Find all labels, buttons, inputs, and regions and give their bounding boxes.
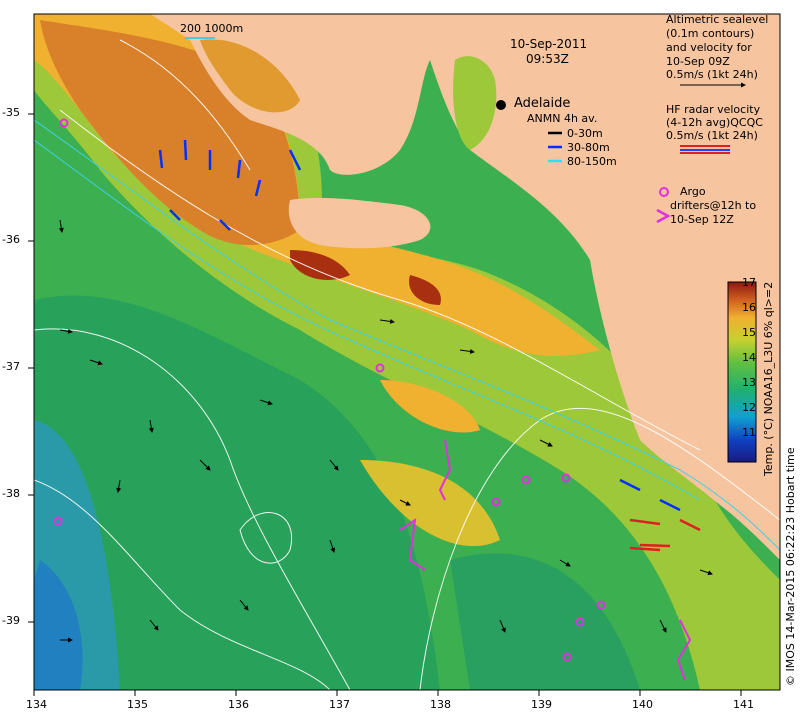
lat-tick-37: -37 xyxy=(2,360,20,373)
altimetry-legend-line4: 10-Sep 09Z xyxy=(666,55,730,68)
lon-tick-136: 136 xyxy=(228,698,249,711)
lon-tick-134: 134 xyxy=(26,698,47,711)
lon-tick-135: 135 xyxy=(127,698,148,711)
altimetry-legend-scale: 0.5m/s (1kt 24h) xyxy=(666,68,758,81)
colorbar-tick-13: 13 xyxy=(742,376,756,389)
lat-tick-35: -35 xyxy=(2,106,20,119)
anmn-legend-title: ANMN 4h av. xyxy=(527,112,598,125)
lat-tick-36: -36 xyxy=(2,233,20,246)
colorbar-tick-16: 16 xyxy=(742,301,756,314)
time-label: 09:53Z xyxy=(526,52,569,66)
lon-tick-137: 137 xyxy=(329,698,350,711)
colorbar-tick-11: 11 xyxy=(742,426,756,439)
adelaide-marker xyxy=(496,100,506,110)
city-label-adelaide: Adelaide xyxy=(514,96,571,111)
argo-legend-line1: Argo xyxy=(680,185,706,198)
argo-legend-line3: 10-Sep 12Z xyxy=(670,213,734,226)
colorbar-label: Temp. (°C) NOAA16_L3U 6% ql>=2 xyxy=(762,281,775,476)
anmn-legend-depth2: 30-80m xyxy=(567,141,610,154)
hf-legend-line2: (4-12h avg)QCQC xyxy=(666,116,763,129)
lat-tick-38: -38 xyxy=(2,487,20,500)
lat-tick-39: -39 xyxy=(2,614,20,627)
colorbar-tick-15: 15 xyxy=(742,326,756,339)
scale-bar-label: 200 1000m xyxy=(180,22,244,35)
hf-legend-scale: 0.5m/s (1kt 24h) xyxy=(666,129,758,142)
hf-legend-line1: HF radar velocity xyxy=(666,103,761,116)
altimetry-legend-line1: Altimetric sealevel xyxy=(666,13,769,26)
lon-tick-140: 140 xyxy=(632,698,653,711)
anmn-legend-depth3: 80-150m xyxy=(567,155,617,168)
altimetry-legend-line3: and velocity for xyxy=(666,41,752,54)
colorbar-tick-14: 14 xyxy=(742,351,756,364)
credit-label: © IMOS 14-Mar-2015 06:22:23 Hobart time xyxy=(784,447,797,686)
date-label: 10-Sep-2011 xyxy=(510,37,588,51)
lon-tick-138: 138 xyxy=(430,698,451,711)
anmn-legend-depth1: 0-30m xyxy=(567,127,603,140)
altimetry-legend-line2: (0.1m contours) xyxy=(666,27,755,40)
lon-tick-141: 141 xyxy=(733,698,754,711)
lon-tick-139: 139 xyxy=(531,698,552,711)
colorbar-tick-12: 12 xyxy=(742,401,756,414)
argo-legend-line2: drifters@12h to xyxy=(670,199,757,212)
colorbar-tick-17: 17 xyxy=(742,276,756,289)
